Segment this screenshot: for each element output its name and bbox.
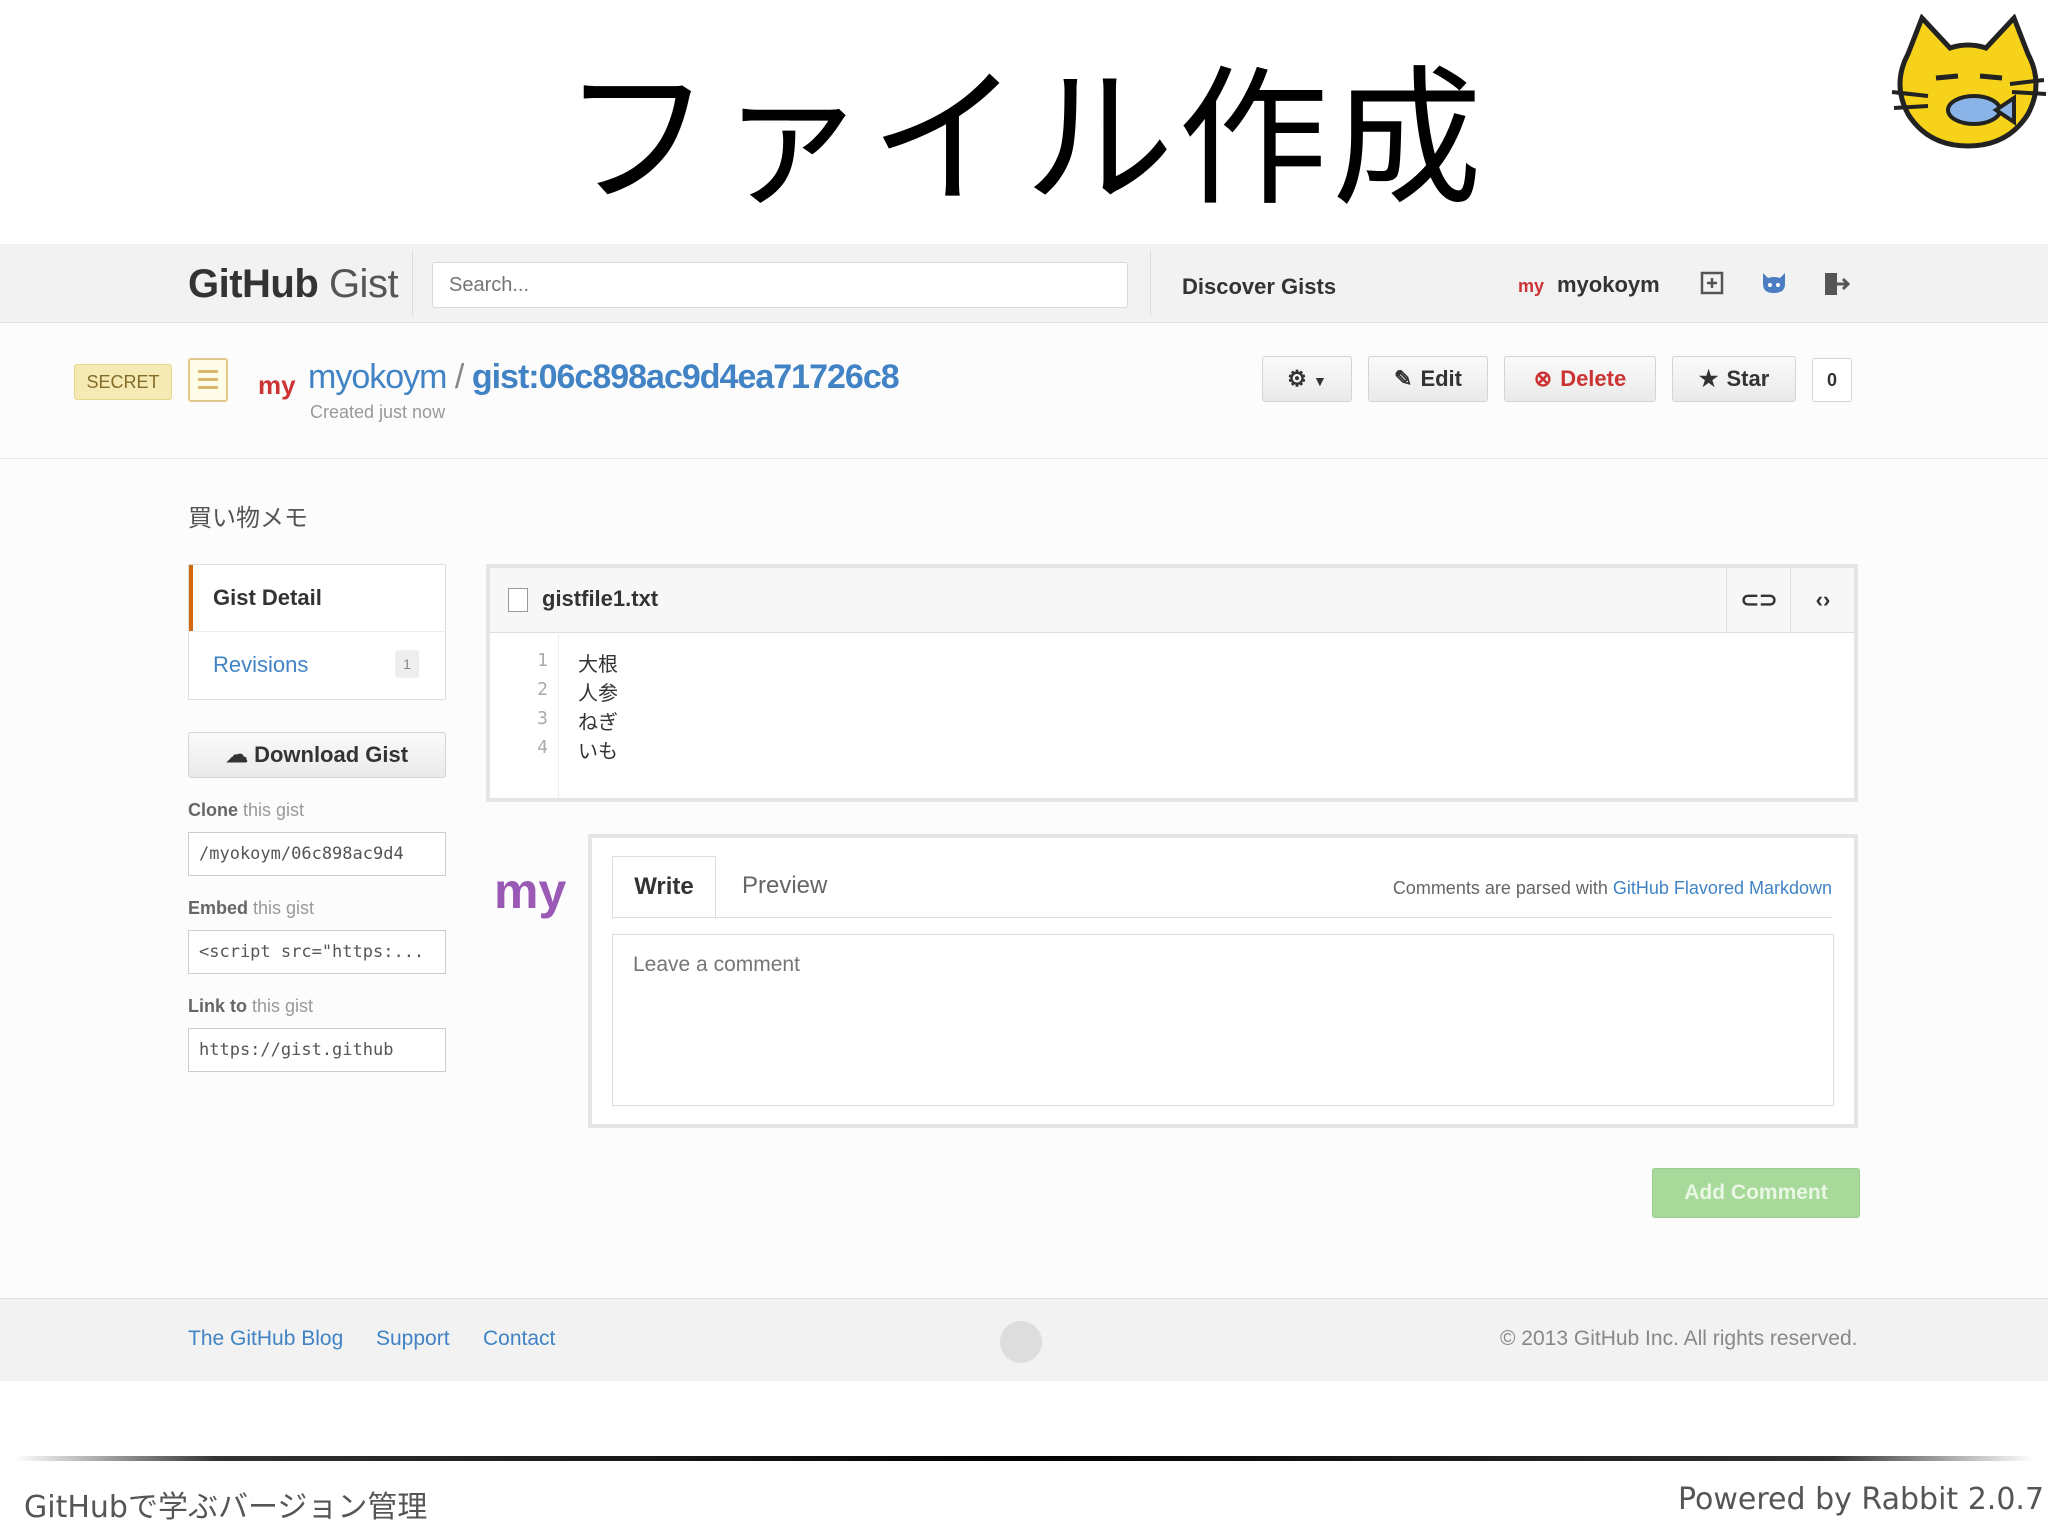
slide-footer-credit: Powered by Rabbit 2.0.7 [1678, 1482, 2045, 1517]
nav-revisions[interactable]: Revisions 1 [189, 631, 445, 697]
tab-preview[interactable]: Preview [742, 856, 827, 918]
header-divider [0, 458, 2048, 459]
code-line: いも [578, 739, 618, 763]
github-gist-logo[interactable]: GitHub Gist [188, 262, 399, 307]
code-icon: ‹› [1815, 587, 1831, 612]
link-url-field[interactable]: https://gist.github [188, 1028, 446, 1072]
owner-link[interactable]: myokoym [308, 358, 447, 396]
site-footer: The GitHub Blog Support Contact © 2013 G… [0, 1298, 2048, 1381]
navbar-divider [1150, 250, 1151, 316]
new-gist-icon[interactable] [1698, 270, 1726, 298]
star-count: 0 [1812, 358, 1852, 402]
search-input[interactable] [432, 262, 1128, 308]
markdown-note: Comments are parsed with GitHub Flavored… [1392, 878, 1832, 898]
embed-code-field[interactable]: <script src="https:... [188, 930, 446, 974]
delete-icon: ⊗ [1533, 366, 1553, 391]
add-comment-button[interactable]: Add Comment [1652, 1168, 1860, 1218]
navbar-divider [412, 250, 413, 316]
title-separator: / [454, 358, 465, 396]
comment-textarea[interactable] [612, 934, 1834, 1106]
revisions-label: Revisions [213, 652, 309, 677]
nav-gist-detail[interactable]: Gist Detail [189, 565, 445, 631]
gist-file-icon [188, 358, 228, 402]
octocat-icon[interactable] [1760, 270, 1788, 298]
gist-side-nav: Gist Detail Revisions 1 [188, 564, 446, 700]
tab-write[interactable]: Write [612, 856, 716, 918]
star-button[interactable]: ★ Star [1672, 356, 1796, 402]
gist-id-link[interactable]: gist:06c898ac9d4ea71726c8 [472, 358, 900, 396]
clone-url-field[interactable]: /myokoym/06c898ac9d4 [188, 832, 446, 876]
cloud-download-icon: ☁ [225, 742, 248, 767]
file-code-icon [508, 588, 528, 612]
gist-title: myokoym / gist:06c898ac9d4ea71726c8 [308, 358, 900, 397]
view-raw-button[interactable]: ‹› [1790, 568, 1855, 632]
line-number: 2 [537, 679, 548, 700]
discover-gists-link[interactable]: Discover Gists [1182, 274, 1336, 300]
chevron-down-icon: ▼ [1313, 373, 1327, 389]
owner-avatar[interactable]: my [258, 370, 296, 401]
username-link[interactable]: myokoym [1557, 272, 1660, 298]
copyright: © 2013 GitHub Inc. All rights reserved. [1500, 1327, 1858, 1350]
clone-label: Clone this gist [188, 800, 305, 820]
created-timestamp: Created just now [310, 402, 446, 422]
code-line: 大根 [578, 652, 618, 676]
revisions-count: 1 [395, 650, 419, 678]
top-navbar: GitHub Gist Discover Gists my myokoym [0, 244, 2048, 323]
delete-button[interactable]: ⊗ Delete [1504, 356, 1656, 402]
download-gist-button[interactable]: ☁ Download Gist [188, 732, 446, 778]
file-name: gistfile1.txt [542, 586, 659, 611]
gist-description: 買い物メモ [188, 505, 308, 532]
gear-icon: ⚙ [1287, 366, 1307, 391]
footer-blog-link[interactable]: The GitHub Blog [188, 1327, 343, 1351]
star-icon: ★ [1698, 366, 1719, 391]
footer-support-link[interactable]: Support [376, 1327, 450, 1351]
link-label: Link to this gist [188, 996, 314, 1016]
settings-dropdown-button[interactable]: ⚙ ▼ [1262, 356, 1352, 402]
line-number: 3 [537, 708, 548, 729]
edit-button[interactable]: ✎ Edit [1368, 356, 1488, 402]
markdown-help-link[interactable]: GitHub Flavored Markdown [1613, 878, 1832, 898]
pencil-icon: ✎ [1394, 366, 1413, 391]
github-gist-screenshot: GitHub Gist Discover Gists my myokoym SE… [0, 244, 2048, 1381]
line-number: 1 [537, 650, 548, 671]
permalink-button[interactable]: ⊂⊃ [1726, 568, 1791, 632]
slide-title: ファイル作成 [561, 53, 1486, 227]
link-icon: ⊂⊃ [1740, 587, 1778, 612]
commenter-avatar: my [494, 863, 567, 919]
slide-footer-title: GitHubで学ぶバージョン管理 [24, 1490, 428, 1525]
code-line: 人参 [578, 681, 618, 705]
code-line: ねぎ [578, 710, 618, 734]
github-octocat-icon[interactable] [1000, 1321, 1042, 1363]
cat-mascot-icon [1891, 14, 2047, 149]
user-avatar[interactable]: my [1518, 276, 1544, 297]
slide-footer-rule [14, 1456, 2034, 1461]
tab-underline [612, 917, 1832, 918]
sign-out-icon[interactable] [1822, 270, 1851, 298]
comment-form: Write Preview Comments are parsed with G… [588, 834, 1858, 1128]
footer-contact-link[interactable]: Contact [483, 1327, 555, 1351]
embed-label: Embed this gist [188, 898, 315, 918]
line-number: 4 [537, 737, 548, 758]
file-header: gistfile1.txt ⊂⊃ ‹› [490, 568, 1854, 633]
secret-badge: SECRET [74, 364, 172, 400]
file-box: gistfile1.txt ⊂⊃ ‹› 1 大根 2 人参 3 ねぎ 4 いも [486, 564, 1858, 802]
